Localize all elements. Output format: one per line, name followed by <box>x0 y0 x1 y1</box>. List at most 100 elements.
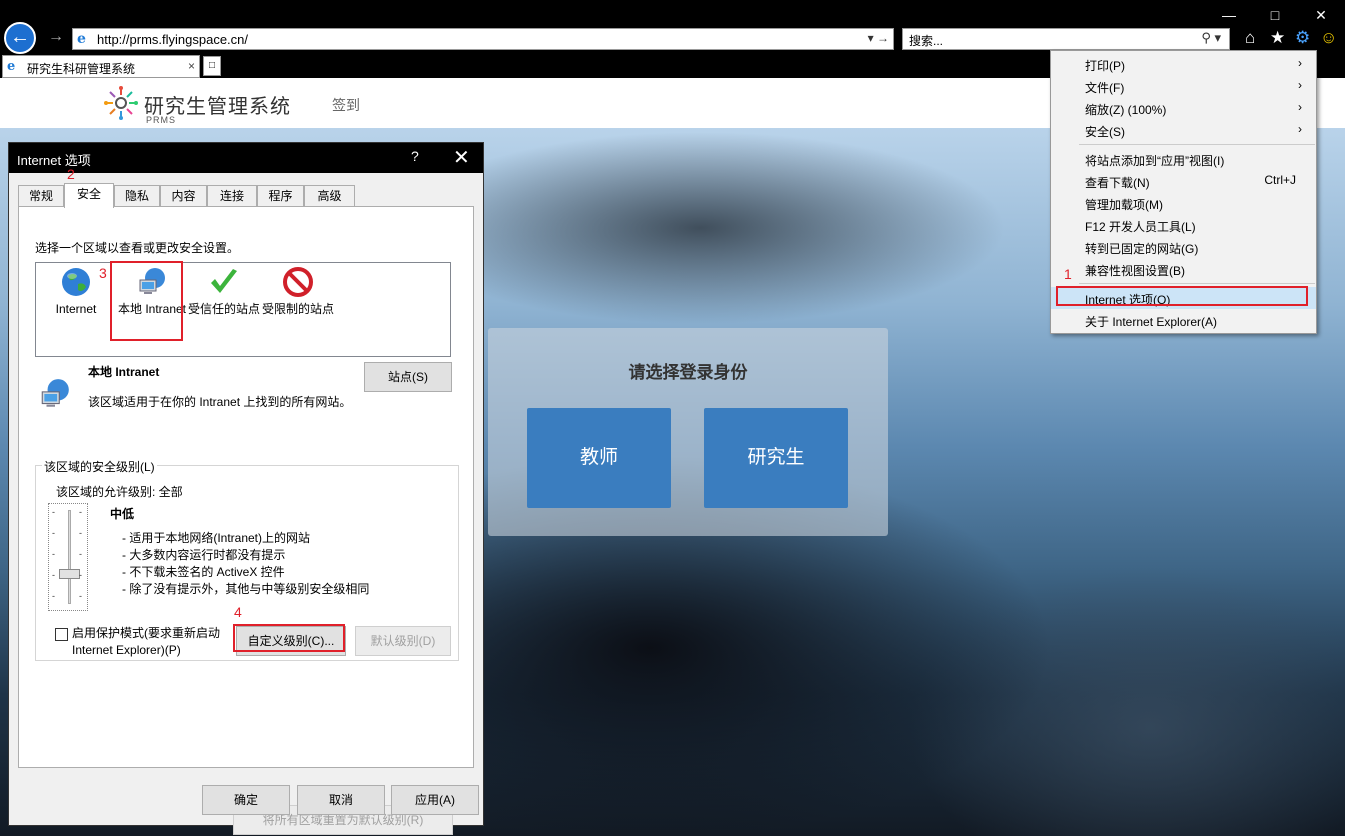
slider-tick: - <box>52 570 55 580</box>
slider-tick: - <box>52 549 55 559</box>
default-level-button[interactable]: 默认级别(D) <box>355 626 451 656</box>
close-tab-icon[interactable]: × <box>188 59 195 73</box>
checkmark-icon <box>211 269 237 293</box>
tab-advanced[interactable]: 高级 <box>304 185 355 207</box>
menu-item-zoom[interactable]: 缩放(Z) (100%) › <box>1051 97 1316 119</box>
menu-item-pinned-sites[interactable]: 转到已固定的网站(G) <box>1051 236 1316 258</box>
security-level-bullets: - 适用于本地网络(Intranet)上的网站 - 大多数内容运行时都没有提示 … <box>122 530 369 598</box>
ie-tab-icon: e <box>7 59 16 74</box>
menu-item-compat-view[interactable]: 兼容性视图设置(B) <box>1051 258 1316 280</box>
new-tab-button[interactable]: □ <box>203 56 221 76</box>
menu-item-label: 缩放(Z) (100%) <box>1085 103 1167 117</box>
search-icon[interactable]: ⚲ ▾ <box>1201 30 1221 46</box>
slider-thumb[interactable] <box>59 569 80 579</box>
annotation-step-4: 4 <box>234 604 242 620</box>
cancel-button[interactable]: 取消 <box>297 785 385 815</box>
apply-button[interactable]: 应用(A) <box>391 785 479 815</box>
slider-tick: - <box>52 591 55 601</box>
allowed-levels: 该区域的允许级别: 全部 <box>56 485 183 499</box>
annotation-box-3 <box>110 261 183 341</box>
level-bullet: - 适用于本地网络(Intranet)上的网站 <box>122 531 311 545</box>
annotation-step-3: 3 <box>99 265 107 281</box>
url-text: http://prms.flyingspace.cn/ <box>97 32 249 47</box>
search-input[interactable]: 搜索... ⚲ ▾ <box>902 28 1230 50</box>
tab-security[interactable]: 安全 <box>64 183 114 208</box>
selected-zone-description: 该区域适用于在你的 Intranet 上找到的所有网站。 <box>88 395 352 409</box>
protected-mode-label[interactable]: 启用保护模式(要求重新启动 Internet Explorer)(P) <box>72 625 220 659</box>
menu-item-label: 转到已固定的网站(G) <box>1085 242 1199 256</box>
browser-titlebar <box>0 0 1345 24</box>
level-bullet: - 不下载未签名的 ActiveX 控件 <box>122 565 285 579</box>
zone-label: 受限制的站点 <box>262 302 335 316</box>
protected-mode-label-line: Internet Explorer)(P) <box>72 643 181 657</box>
site-subtitle: PRMS <box>146 115 177 125</box>
internet-options-dialog: Internet 选项 ? ✕ 常规 安全 隐私 内容 连接 程序 高级 选择一… <box>8 142 484 835</box>
smiley-feedback-icon[interactable]: ☺ <box>1320 29 1337 47</box>
address-input[interactable]: e http://prms.flyingspace.cn/ ▾ → <box>72 28 894 50</box>
menu-item-add-to-apps[interactable]: 将站点添加到“应用”视图(I) <box>1051 148 1316 170</box>
protected-mode-checkbox[interactable] <box>55 628 68 641</box>
tab-general[interactable]: 常规 <box>18 185 64 207</box>
protected-mode-label-line: 启用保护模式(要求重新启动 <box>72 626 220 640</box>
slider-tick: - <box>79 591 82 601</box>
menu-item-manage-addons[interactable]: 管理加载项(M) <box>1051 192 1316 214</box>
tab-privacy[interactable]: 隐私 <box>114 185 160 207</box>
gear-icon[interactable]: ⚙ <box>1295 29 1310 47</box>
browser-tab[interactable]: e 研究生科研管理系统 × <box>2 55 200 78</box>
shortcut-label: Ctrl+J <box>1264 173 1296 187</box>
level-bullet: - 除了没有提示外，其他与中等级别安全级相同 <box>122 582 370 596</box>
menu-item-label: 兼容性视图设置(B) <box>1085 264 1185 278</box>
zone-trusted-sites[interactable]: 受信任的站点 <box>188 263 260 343</box>
tab-connections[interactable]: 连接 <box>207 185 257 207</box>
annotation-box-4 <box>233 624 345 652</box>
chevron-right-icon: › <box>1298 78 1302 92</box>
zone-label: 受信任的站点 <box>188 302 261 316</box>
dialog-tabs: 常规 安全 隐私 内容 连接 程序 高级 <box>9 183 483 208</box>
menu-item-label: 关于 Internet Explorer(A) <box>1085 315 1218 329</box>
security-level-name: 中低 <box>110 507 135 521</box>
forward-button[interactable]: → <box>48 28 64 46</box>
slider-tick: - <box>52 528 55 538</box>
tab-programs[interactable]: 程序 <box>257 185 304 207</box>
menu-item-label: 打印(P) <box>1085 59 1125 73</box>
menu-item-print[interactable]: 打印(P) › <box>1051 53 1316 75</box>
slider-tick: - <box>79 528 82 538</box>
student-login-button[interactable]: 研究生 <box>704 408 848 508</box>
search-placeholder: 搜索... <box>909 34 944 48</box>
ie-page-icon: e <box>77 31 86 47</box>
favorites-star-icon[interactable]: ★ <box>1270 29 1285 47</box>
prms-logo-icon <box>104 86 138 120</box>
selected-zone-name: 本地 Intranet <box>88 365 160 379</box>
zone-restricted-sites[interactable]: 受限制的站点 <box>262 263 334 343</box>
menu-item-view-downloads[interactable]: 查看下载(N) Ctrl+J <box>1051 170 1316 192</box>
menu-item-label: F12 开发人员工具(L) <box>1085 220 1196 234</box>
close-icon[interactable]: ✕ <box>453 145 470 170</box>
tab-content[interactable]: 内容 <box>160 185 207 207</box>
chevron-right-icon: › <box>1298 122 1302 136</box>
annotation-step-1: 1 <box>1064 266 1072 282</box>
teacher-login-button[interactable]: 教师 <box>527 408 671 508</box>
dialog-titlebar: Internet 选项 ? ✕ <box>9 143 483 173</box>
menu-item-safety[interactable]: 安全(S) › <box>1051 119 1316 141</box>
dialog-footer: 确定 取消 应用(A) <box>9 783 483 817</box>
menu-item-label: 安全(S) <box>1085 125 1125 139</box>
menu-separator <box>1079 144 1315 145</box>
help-icon[interactable]: ? <box>411 148 419 164</box>
ok-button[interactable]: 确定 <box>202 785 290 815</box>
home-icon[interactable]: ⌂ <box>1245 29 1255 47</box>
sites-button[interactable]: 站点(S) <box>364 362 452 392</box>
slider-tick: - <box>52 507 55 517</box>
level-bullet: - 大多数内容运行时都没有提示 <box>122 548 286 562</box>
menu-item-f12-tools[interactable]: F12 开发人员工具(L) <box>1051 214 1316 236</box>
menu-item-label: 文件(F) <box>1085 81 1125 95</box>
signin-link[interactable]: 签到 <box>332 95 360 115</box>
new-tab-icon: □ <box>208 60 216 71</box>
chevron-right-icon: › <box>1298 100 1302 114</box>
dialog-title: Internet 选项 <box>17 153 91 168</box>
intranet-icon <box>41 379 69 407</box>
back-button[interactable]: ← <box>4 22 36 54</box>
menu-item-about-ie[interactable]: 关于 Internet Explorer(A) <box>1051 309 1316 331</box>
dropdown-refresh-icon[interactable]: ▾ → <box>868 31 889 45</box>
menu-item-file[interactable]: 文件(F) › <box>1051 75 1316 97</box>
security-level-slider[interactable]: - - - - - - - - - - <box>48 503 88 611</box>
